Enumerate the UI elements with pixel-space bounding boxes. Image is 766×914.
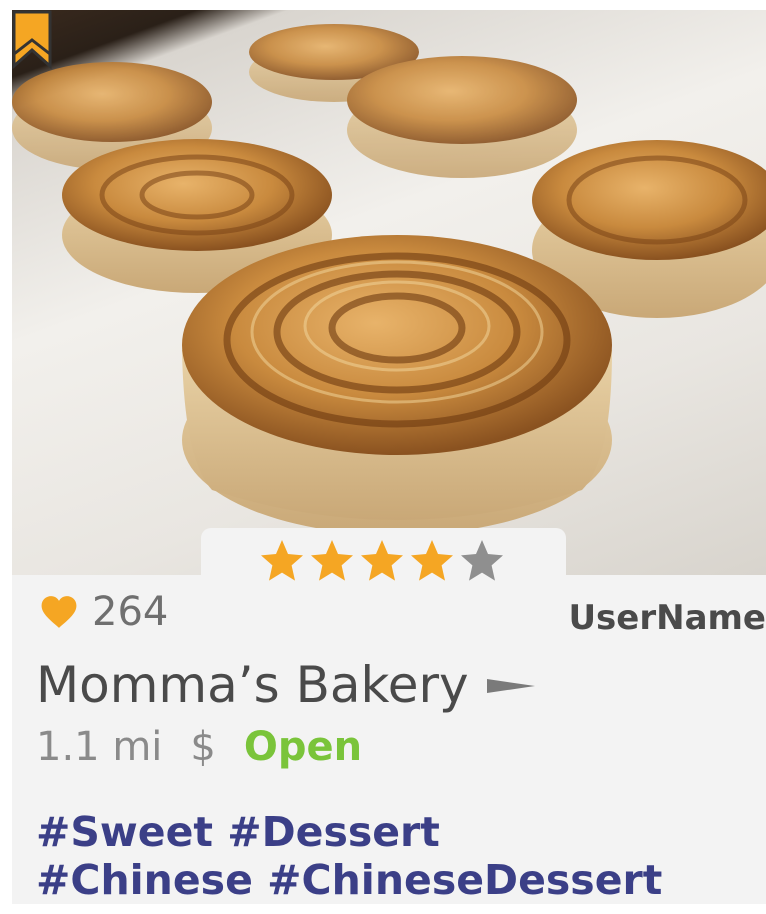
distance: 1.1 mi: [36, 724, 163, 770]
open-status: Open: [243, 724, 363, 770]
bookmark-icon[interactable]: [12, 10, 52, 70]
like-counter[interactable]: 264: [40, 592, 168, 632]
star-icon-empty: [461, 540, 503, 581]
like-count: 264: [92, 589, 169, 635]
mooncakes-illustration: [12, 24, 766, 535]
heart-icon[interactable]: [40, 594, 78, 630]
restaurant-details: 1.1 mi $ Open: [36, 724, 362, 770]
star-icon-filled: [261, 540, 303, 581]
star-rating: [258, 537, 506, 585]
star-icon-filled: [411, 540, 453, 581]
arrow-right-icon[interactable]: [485, 673, 537, 699]
hashtags-line-1[interactable]: #Sweet #Dessert: [36, 808, 662, 856]
price-level: $: [190, 724, 216, 770]
food-photo[interactable]: [12, 10, 766, 575]
hashtags-line-2[interactable]: #Chinese #ChineseDessert: [36, 856, 662, 904]
hashtags: #Sweet #Dessert #Chinese #ChineseDessert: [36, 808, 662, 904]
restaurant-card[interactable]: 264 UserName Momma’s Bakery 1.1 mi $ Ope…: [12, 10, 766, 904]
star-icon-filled: [361, 540, 403, 581]
title-row[interactable]: Momma’s Bakery: [36, 658, 537, 713]
star-icon-filled: [311, 540, 353, 581]
username[interactable]: UserName: [568, 598, 766, 638]
restaurant-name[interactable]: Momma’s Bakery: [36, 658, 469, 713]
